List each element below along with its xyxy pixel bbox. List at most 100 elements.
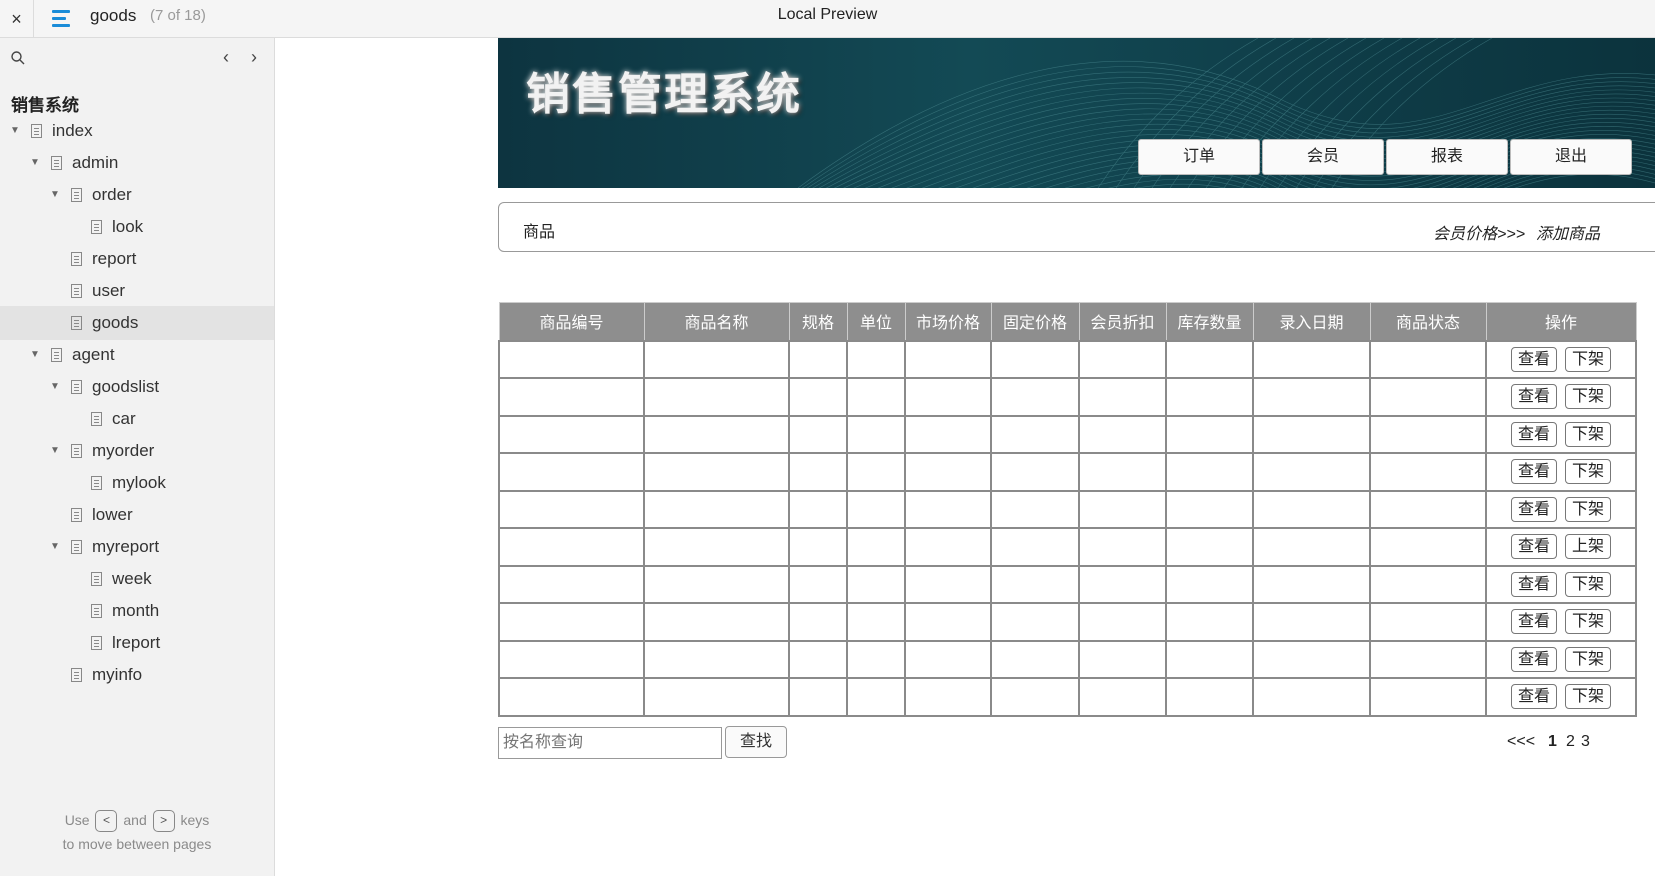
page-icon <box>91 412 102 426</box>
table-cell <box>904 602 992 642</box>
toggle-status-button[interactable]: 下架 <box>1565 609 1612 635</box>
sidebar-item-order[interactable]: ▼ order <box>0 178 274 212</box>
sidebar-item-label: mylook <box>112 473 166 492</box>
toggle-status-button[interactable]: 下架 <box>1565 459 1612 485</box>
table-cell <box>643 377 790 417</box>
expand-toggle-icon[interactable]: ▼ <box>49 189 61 201</box>
search-icon[interactable] <box>10 50 26 66</box>
table-row: 查看 下架 <box>498 602 1637 642</box>
table-cell <box>904 489 992 529</box>
nav-logout-button[interactable]: 退出 <box>1510 139 1632 175</box>
table-cell <box>643 564 790 604</box>
page-icon <box>51 156 62 170</box>
sidebar-item-report[interactable]: report <box>0 242 274 276</box>
table-cell <box>1165 452 1254 492</box>
expand-toggle-icon[interactable]: ▼ <box>49 445 61 457</box>
nav-reports-button[interactable]: 报表 <box>1386 139 1508 175</box>
table-cell <box>1165 564 1254 604</box>
sidebar-item-week[interactable]: week <box>0 562 274 596</box>
view-button[interactable]: 查看 <box>1511 684 1558 710</box>
view-button[interactable]: 查看 <box>1511 646 1558 672</box>
view-button[interactable]: 查看 <box>1511 609 1558 635</box>
table-cell <box>846 564 906 604</box>
sidebar-item-goodslist[interactable]: ▼ goodslist <box>0 370 274 404</box>
sidebar-item-month[interactable]: month <box>0 594 274 628</box>
page-link-3[interactable]: 3 <box>1581 733 1590 751</box>
expand-toggle-icon[interactable]: ▼ <box>9 125 21 137</box>
page-link-1[interactable]: 1 <box>1548 733 1557 751</box>
table-cell <box>498 414 645 454</box>
sidebar-item-mylook[interactable]: mylook <box>0 466 274 500</box>
table-cell <box>1369 489 1487 529</box>
table-cell <box>990 639 1080 679</box>
expand-toggle-icon[interactable]: ▼ <box>49 381 61 393</box>
table-cell <box>1252 377 1371 417</box>
page-link-2[interactable]: 2 <box>1566 733 1575 751</box>
toggle-status-button[interactable]: 下架 <box>1565 496 1612 522</box>
toggle-status-button[interactable]: 下架 <box>1565 384 1612 410</box>
sidebar-item-car[interactable]: car <box>0 402 274 436</box>
table-cell <box>1252 339 1371 379</box>
sidebar-item-lower[interactable]: lower <box>0 498 274 532</box>
nav-members-button[interactable]: 会员 <box>1262 139 1384 175</box>
sidebar-item-lreport[interactable]: lreport <box>0 626 274 660</box>
toggle-status-button[interactable]: 上架 <box>1565 534 1612 560</box>
member-price-link[interactable]: 会员价格>>> <box>1433 220 1525 244</box>
toggle-status-button[interactable]: 下架 <box>1565 346 1612 372</box>
sidebar-item-user[interactable]: user <box>0 274 274 308</box>
sidebar-item-agent[interactable]: ▼ agent <box>0 338 274 372</box>
sidebar-item-myorder[interactable]: ▼ myorder <box>0 434 274 468</box>
sidebar-item-myreport[interactable]: ▼ myreport <box>0 530 274 564</box>
sidebar-item-goods[interactable]: goods <box>0 306 274 340</box>
page-icon <box>71 444 82 458</box>
sidebar-item-admin[interactable]: ▼ admin <box>0 146 274 180</box>
sidebar-item-label: car <box>112 409 136 428</box>
table-cell <box>498 377 645 417</box>
search-button[interactable]: 查找 <box>725 726 787 758</box>
action-cell: 查看 下架 <box>1485 489 1637 529</box>
expand-toggle-icon[interactable]: ▼ <box>49 541 61 553</box>
table-cell <box>1369 414 1487 454</box>
hint-keys: keys <box>180 812 210 828</box>
view-button[interactable]: 查看 <box>1511 496 1558 522</box>
chevron-right-icon[interactable]: › <box>244 48 264 68</box>
table-cell <box>1369 339 1487 379</box>
chevron-left-icon[interactable]: ‹ <box>216 48 236 68</box>
toggle-status-button[interactable]: 下架 <box>1565 421 1612 447</box>
sidebar-item-myinfo[interactable]: myinfo <box>0 658 274 692</box>
column-header: 单位 <box>846 302 906 341</box>
column-header: 商品状态 <box>1369 302 1487 341</box>
pager-prev[interactable]: <<< <box>1507 733 1535 751</box>
expand-toggle-icon[interactable]: ▼ <box>29 349 41 361</box>
view-button[interactable]: 查看 <box>1511 384 1558 410</box>
table-cell <box>990 564 1080 604</box>
add-goods-link[interactable]: 添加商品 <box>1536 220 1600 244</box>
system-title: 销售管理系统 <box>526 69 802 120</box>
table-row: 查看 下架 <box>498 564 1637 604</box>
view-button[interactable]: 查看 <box>1511 534 1558 560</box>
sidebar-item-index[interactable]: ▼ index <box>0 114 274 148</box>
table-cell <box>846 452 906 492</box>
nav-orders-button[interactable]: 订单 <box>1138 139 1260 175</box>
view-button[interactable]: 查看 <box>1511 571 1558 597</box>
column-header: 市场价格 <box>904 302 992 341</box>
expand-toggle-icon[interactable]: ▼ <box>29 157 41 169</box>
view-button[interactable]: 查看 <box>1511 459 1558 485</box>
view-button[interactable]: 查看 <box>1511 421 1558 447</box>
toggle-status-button[interactable]: 下架 <box>1565 684 1612 710</box>
table-cell <box>643 527 790 567</box>
section-title: 商品 <box>523 224 556 241</box>
table-cell <box>788 452 848 492</box>
sidebar-item-look[interactable]: look <box>0 210 274 244</box>
navigation-hint: Use < and > keys to move between pages <box>0 808 274 856</box>
column-header: 操作 <box>1485 302 1637 341</box>
toggle-status-button[interactable]: 下架 <box>1565 646 1612 672</box>
toggle-status-button[interactable]: 下架 <box>1565 571 1612 597</box>
view-button[interactable]: 查看 <box>1511 346 1558 372</box>
column-header: 录入日期 <box>1252 302 1371 341</box>
table-cell <box>846 677 906 717</box>
search-input[interactable] <box>498 727 722 759</box>
